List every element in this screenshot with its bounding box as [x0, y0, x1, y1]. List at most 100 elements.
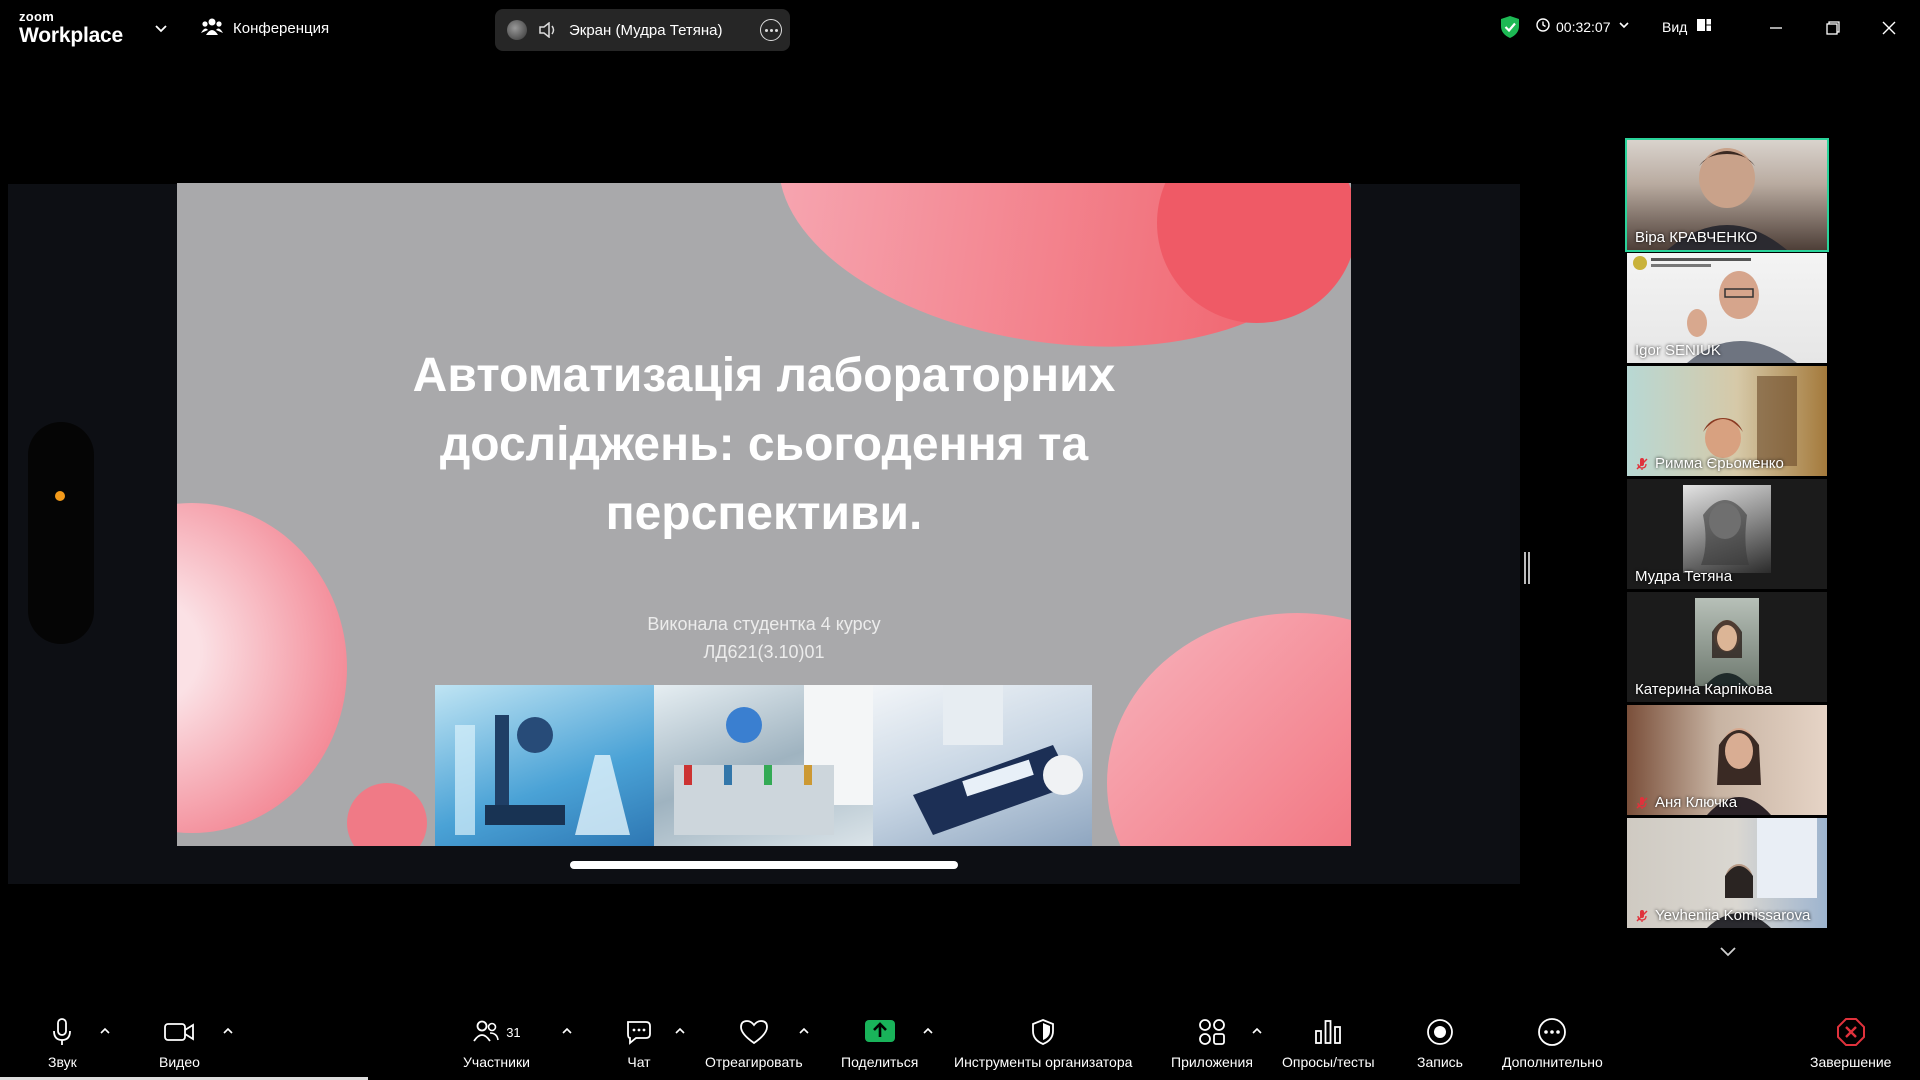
muted-mic-icon [1635, 457, 1649, 471]
slide-title: Автоматизація лабораторних досліджень: с… [177, 341, 1351, 548]
lab-photo-microscope-flasks [435, 685, 654, 846]
participants-button[interactable]: 31 Участники [463, 1016, 530, 1070]
panel-resize-handle[interactable] [1524, 552, 1530, 584]
slide-title-line: Автоматизація лабораторних [412, 349, 1116, 402]
participant-tile[interactable]: Igor SENIUK [1627, 253, 1827, 363]
record-label: Запись [1417, 1054, 1463, 1070]
end-label: Завершение [1810, 1054, 1892, 1070]
slide-title-line: перспективи. [605, 487, 923, 540]
share-options-caret-icon[interactable] [921, 1024, 935, 1038]
lab-photo-microscope-slide [873, 685, 1092, 846]
participant-name: Римма Єрьоменко [1635, 455, 1784, 472]
host-tools-button[interactable]: Инструменты организатора [954, 1016, 1132, 1070]
bar-chart-icon [1313, 1016, 1343, 1048]
react-options-caret-icon[interactable] [797, 1024, 811, 1038]
host-tools-label: Инструменты организатора [954, 1054, 1133, 1070]
meeting-timer[interactable]: 00:32:07 [1536, 18, 1631, 35]
slide-title-line: досліджень: сьогодення та [439, 418, 1089, 471]
gallery-scroll-down-icon[interactable] [1683, 936, 1773, 968]
chat-icon [624, 1016, 654, 1048]
top-bar: zoom Workplace Конференция Экран (Мудра … [0, 0, 1920, 56]
chat-button[interactable]: Чат [624, 1016, 654, 1070]
screen-share-label: Экран (Мудра Тетяна) [569, 21, 723, 39]
logo-zoom-text: zoom [19, 9, 55, 24]
more-label: Дополнительно [1502, 1054, 1603, 1070]
lab-photos-strip [435, 685, 1093, 846]
audio-label: Звук [48, 1054, 77, 1070]
people-group-icon [201, 16, 223, 40]
participant-tile[interactable]: Аня Ключка [1627, 705, 1827, 815]
end-meeting-button[interactable]: Завершение [1810, 1016, 1891, 1070]
recording-dot-icon [55, 491, 65, 501]
chat-options-caret-icon[interactable] [673, 1024, 687, 1038]
share-button[interactable]: Поделиться [841, 1016, 918, 1070]
participants-options-caret-icon[interactable] [560, 1024, 574, 1038]
grid-view-icon [1696, 18, 1712, 35]
participant-name: Мудра Тетяна [1635, 568, 1733, 585]
presenter-avatar [507, 20, 527, 40]
polls-label: Опросы/тесты [1282, 1054, 1375, 1070]
muted-mic-icon [1635, 909, 1649, 923]
participant-tile[interactable]: Віра КРАВЧЕНКО [1625, 138, 1829, 252]
record-button[interactable]: Запись [1417, 1016, 1463, 1070]
microphone-icon [50, 1016, 74, 1048]
more-options-icon[interactable] [760, 19, 782, 41]
polls-button[interactable]: Опросы/тесты [1282, 1016, 1375, 1070]
meeting-info-button[interactable]: Конференция [201, 16, 329, 40]
more-button[interactable]: Дополнительно [1502, 1016, 1603, 1070]
view-label: Вид [1662, 18, 1688, 35]
close-icon[interactable] [1874, 13, 1904, 43]
participants-icon [472, 1019, 500, 1046]
participant-tile[interactable]: Римма Єрьоменко [1627, 366, 1827, 476]
react-button[interactable]: Отреагировать [705, 1016, 803, 1070]
participant-tile[interactable]: Мудра Тетяна [1627, 479, 1827, 589]
restore-icon[interactable] [1818, 13, 1848, 43]
participant-tile[interactable]: Катерина Карпікова [1627, 592, 1827, 702]
meeting-toolbar: Звук Видео 31 Участники Чат Отреагироват… [0, 1006, 1920, 1080]
slide-subtitle-line: ЛД621(3.10)01 [703, 642, 825, 662]
video-button[interactable]: Видео [159, 1016, 200, 1070]
apps-options-caret-icon[interactable] [1250, 1024, 1264, 1038]
view-button[interactable]: Вид [1662, 18, 1712, 35]
chevron-down-icon[interactable] [152, 19, 170, 37]
presentation-slide: Автоматизація лабораторних досліджень: с… [177, 183, 1351, 846]
participant-name: Igor SENIUK [1635, 342, 1721, 359]
participant-name: Віра КРАВЧЕНКО [1635, 229, 1758, 246]
apps-button[interactable]: Приложения [1171, 1016, 1253, 1070]
screen-share-pill[interactable]: Экран (Мудра Тетяна) [495, 9, 790, 51]
clock-icon [1536, 18, 1550, 35]
lab-photo-test-tubes [654, 685, 873, 846]
zoom-logo[interactable]: zoom Workplace [19, 10, 123, 46]
timer-text: 00:32:07 [1556, 18, 1611, 35]
participants-count: 31 [506, 1024, 521, 1040]
video-camera-icon [163, 1016, 195, 1048]
participant-gallery: Віра КРАВЧЕНКО Igor SENIUK Римма Єрьомен… [1625, 138, 1829, 931]
record-icon [1425, 1016, 1455, 1048]
apps-label: Приложения [1171, 1054, 1253, 1070]
audio-button[interactable]: Звук [48, 1016, 77, 1070]
chevron-down-icon [1617, 18, 1631, 35]
audio-options-caret-icon[interactable] [98, 1024, 112, 1038]
participant-tile[interactable]: Yevheniia Komissarova [1627, 818, 1827, 928]
decorative-blob [347, 783, 427, 846]
chat-label: Чат [627, 1054, 651, 1070]
react-label: Отреагировать [705, 1054, 803, 1070]
encryption-shield-icon[interactable] [1499, 15, 1521, 44]
slide-scroll-indicator[interactable] [570, 861, 958, 869]
participant-avatar [1695, 598, 1759, 686]
slide-subtitle: Виконала студентка 4 курсу ЛД621(3.10)01 [177, 610, 1351, 666]
video-options-caret-icon[interactable] [221, 1024, 235, 1038]
slide-subtitle-line: Виконала студентка 4 курсу [647, 614, 881, 634]
floating-side-handle[interactable] [28, 422, 94, 644]
logo-workplace-text: Workplace [19, 24, 124, 47]
muted-mic-icon [1635, 796, 1649, 810]
share-screen-icon [864, 1016, 896, 1048]
participant-avatar [1683, 485, 1771, 573]
participant-name: Катерина Карпікова [1635, 681, 1773, 698]
decorative-blob [177, 503, 347, 833]
video-label: Видео [159, 1054, 200, 1070]
participant-name: Yevheniia Komissarova [1635, 907, 1810, 924]
minimize-icon[interactable] [1761, 13, 1791, 43]
participants-icon-wrap: 31 [472, 1016, 521, 1048]
speaker-icon [539, 22, 557, 38]
